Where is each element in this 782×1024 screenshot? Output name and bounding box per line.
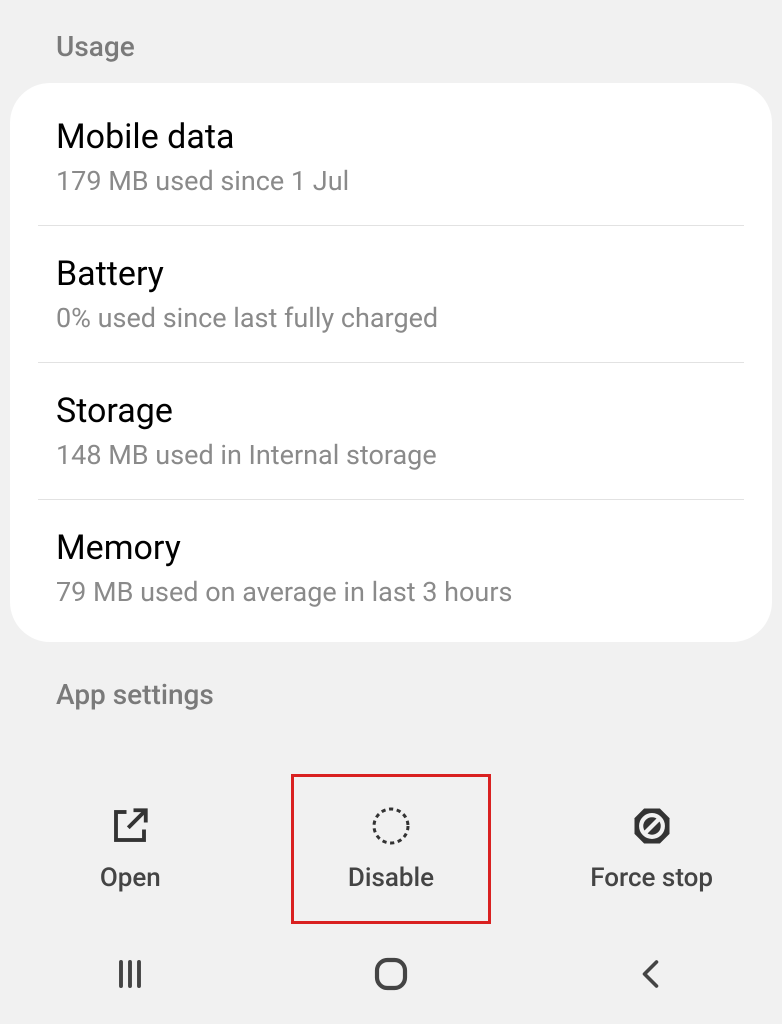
- recents-icon: [112, 956, 148, 992]
- app-settings-header: App settings: [0, 642, 782, 711]
- action-bar: Open Disable Force stop: [0, 774, 782, 924]
- home-icon: [370, 953, 412, 995]
- mobile-data-item[interactable]: Mobile data 179 MB used since 1 Jul: [10, 89, 772, 225]
- force-stop-label: Force stop: [590, 863, 713, 893]
- disable-button[interactable]: Disable: [291, 774, 491, 924]
- mobile-data-title: Mobile data: [56, 117, 726, 157]
- memory-title: Memory: [56, 528, 726, 568]
- back-icon: [634, 956, 670, 992]
- battery-title: Battery: [56, 254, 726, 294]
- back-button[interactable]: [622, 944, 682, 1004]
- open-button[interactable]: Open: [30, 774, 230, 924]
- storage-sub: 148 MB used in Internal storage: [56, 439, 726, 471]
- storage-item[interactable]: Storage 148 MB used in Internal storage: [10, 363, 772, 499]
- storage-title: Storage: [56, 391, 726, 431]
- home-button[interactable]: [361, 944, 421, 1004]
- open-label: Open: [100, 863, 161, 893]
- stop-icon: [631, 805, 673, 847]
- recents-button[interactable]: [100, 944, 160, 1004]
- usage-section-header: Usage: [0, 0, 782, 83]
- memory-sub: 79 MB used on average in last 3 hours: [56, 576, 726, 608]
- force-stop-button[interactable]: Force stop: [552, 774, 752, 924]
- memory-item[interactable]: Memory 79 MB used on average in last 3 h…: [10, 500, 772, 636]
- disable-label: Disable: [348, 863, 434, 893]
- battery-item[interactable]: Battery 0% used since last fully charged: [10, 226, 772, 362]
- navigation-bar: [0, 924, 782, 1024]
- open-icon: [109, 805, 151, 847]
- mobile-data-sub: 179 MB used since 1 Jul: [56, 165, 726, 197]
- usage-card: Mobile data 179 MB used since 1 Jul Batt…: [10, 83, 772, 642]
- disable-icon: [370, 805, 412, 847]
- battery-sub: 0% used since last fully charged: [56, 302, 726, 334]
